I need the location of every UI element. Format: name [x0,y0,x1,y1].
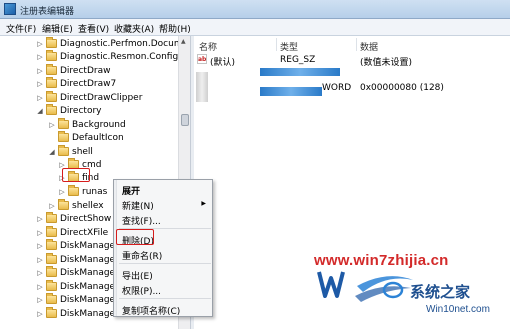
scroll-up-arrow-icon[interactable]: ▲ [181,38,186,45]
folder-icon [46,239,57,250]
expand-arrow-icon[interactable]: ▷ [36,269,44,277]
redacted-area [196,72,208,102]
tree-item-shell[interactable]: ◢ shell [48,145,93,158]
tree-item[interactable]: ▷ DirectDraw7 [36,77,116,90]
menu-help[interactable]: 帮助(H) [159,22,191,35]
menu-view[interactable]: 查看(V) [78,22,109,35]
folder-icon [46,37,57,48]
folder-icon [46,280,57,291]
collapse-arrow-icon[interactable]: ◢ [36,107,44,115]
value-data: 0x00000080 (128) [360,83,444,93]
folder-icon [46,212,57,223]
expand-arrow-icon[interactable]: ▷ [48,202,56,210]
tree-item[interactable]: ▷ DirectShow [36,212,111,225]
menu-item-permissions[interactable]: 权限(P)... [122,284,161,297]
column-divider[interactable] [276,38,277,51]
context-menu: 展开 新建(N) ▶ 查找(F)... 删除(D) 重命名(R) 导出(E) 权… [113,179,213,317]
value-name[interactable]: (默认) [210,55,235,68]
expand-arrow-icon[interactable]: ▷ [36,67,44,75]
expand-arrow-icon[interactable]: ▷ [36,256,44,264]
tree-item[interactable]: ▷ DirectDraw [36,64,110,77]
menu-favorites[interactable]: 收藏夹(A) [114,22,154,35]
value-type: WORD [322,83,352,93]
tree-item[interactable]: ▷ runas [58,185,107,198]
expand-arrow-icon[interactable]: ▷ [36,215,44,223]
column-header-name[interactable]: 名称 [199,40,217,53]
submenu-arrow-icon: ▶ [201,200,206,207]
folder-icon [46,226,57,237]
collapse-arrow-icon[interactable]: ◢ [48,148,56,156]
folder-icon [46,307,57,318]
menu-item-find[interactable]: 查找(F)... [122,214,161,227]
folder-icon [58,199,69,210]
expand-arrow-icon[interactable]: ▷ [48,121,56,129]
watermark-brand: 系统之家 [410,283,471,301]
menu-item-export[interactable]: 导出(E) [122,269,153,282]
folder-icon [46,50,57,61]
folder-icon [46,293,57,304]
watermark-logo [317,271,413,302]
expand-arrow-icon[interactable]: ▷ [36,310,44,318]
folder-icon [58,118,69,129]
folder-icon [46,64,57,75]
watermark-site: Win10net.com [426,304,490,315]
tree-item[interactable]: ▷ shellex [48,199,104,212]
tree-item[interactable]: ▷ Diagnostic.Resmon.Config [36,50,178,63]
expand-arrow-icon[interactable]: ▷ [36,229,44,237]
find-highlight-box [62,168,90,182]
tree-item[interactable]: ▷ DirectXFile [36,226,108,239]
folder-icon [46,266,57,277]
folder-icon [46,104,57,115]
column-header-type[interactable]: 类型 [280,40,298,53]
string-value-icon: ab [197,54,207,64]
expand-arrow-icon[interactable]: ▷ [36,40,44,48]
tree-item[interactable]: ▷ DirectDrawClipper [36,91,142,104]
menu-item-expand[interactable]: 展开 [122,184,140,197]
folder-icon [68,185,79,196]
tree-item-directory[interactable]: ◢ Directory [36,104,101,117]
menu-item-new[interactable]: 新建(N) [122,199,154,212]
menu-bar: 文件(F) 编辑(E) 查看(V) 收藏夹(A) 帮助(H) [0,19,510,36]
column-header-data[interactable]: 数据 [360,40,378,53]
tree-item[interactable]: DefaultIcon [48,131,124,144]
folder-icon [58,145,69,156]
folder-icon [46,91,57,102]
expand-arrow-icon[interactable]: ▷ [36,53,44,61]
expand-arrow-icon[interactable]: ▷ [36,242,44,250]
title-bar: 注册表编辑器 [0,0,510,19]
delete-highlight-box [116,229,154,245]
tree-item[interactable]: ▷ Diagnostic.Perfmon.Document [36,37,190,50]
folder-icon [58,131,69,142]
tree-item[interactable]: ▷ Background [48,118,126,131]
window-title: 注册表编辑器 [20,7,75,17]
registry-editor-icon [4,3,16,15]
redacted-area [260,68,340,76]
menu-item-rename[interactable]: 重命名(R) [122,249,162,262]
folder-icon [46,77,57,88]
scrollbar-thumb[interactable] [181,114,189,126]
expand-arrow-icon[interactable]: ▷ [36,296,44,304]
expand-arrow-icon[interactable]: ▷ [36,80,44,88]
menu-edit[interactable]: 编辑(E) [42,22,73,35]
expand-arrow-icon[interactable]: ▷ [36,94,44,102]
menu-separator [119,263,211,264]
value-type: REG_SZ [280,55,316,65]
menu-item-copy-key-name[interactable]: 复制项名称(C) [122,304,180,317]
menu-file[interactable]: 文件(F) [6,22,36,35]
redacted-area [260,87,322,96]
value-data: (数值未设置) [360,58,413,68]
folder-icon [46,253,57,264]
menu-separator [119,298,211,299]
column-divider[interactable] [356,38,357,51]
expand-arrow-icon[interactable]: ▷ [58,188,66,196]
expand-arrow-icon[interactable]: ▷ [36,283,44,291]
